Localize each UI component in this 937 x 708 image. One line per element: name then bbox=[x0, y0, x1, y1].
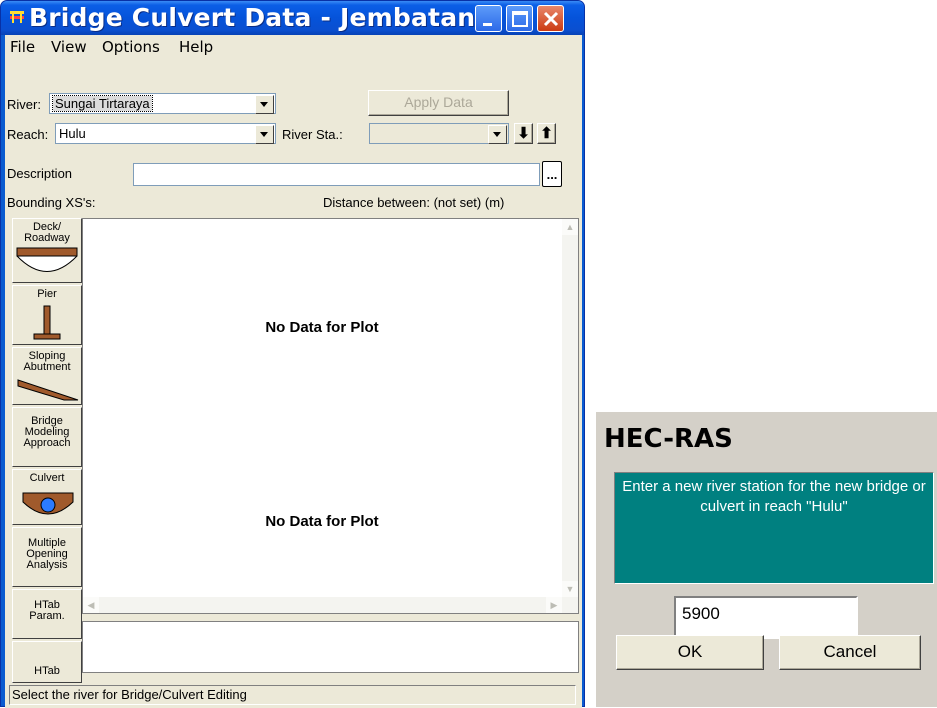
lower-info-box bbox=[82, 621, 579, 673]
multiple-opening-analysis-button[interactable]: Multiple Opening Analysis bbox=[12, 527, 82, 587]
description-ellipsis-button[interactable]: ... bbox=[542, 161, 562, 187]
maximize-icon bbox=[512, 11, 528, 27]
deck-icon bbox=[16, 247, 78, 272]
arrow-down-icon: ⬇ bbox=[517, 125, 530, 142]
bridge-culvert-window: Bridge Culvert Data - Jembatan File View… bbox=[0, 0, 585, 708]
sloping-abutment-button[interactable]: Sloping Abutment bbox=[12, 347, 82, 405]
scroll-right-icon[interactable]: ▶ bbox=[546, 597, 562, 613]
description-label: Description bbox=[7, 166, 73, 181]
minimize-button[interactable] bbox=[475, 5, 502, 32]
reach-combo[interactable]: Hulu bbox=[55, 123, 276, 144]
minimize-icon bbox=[483, 23, 492, 26]
deck-roadway-button[interactable]: Deck/ Roadway bbox=[12, 218, 82, 283]
next-station-down-button[interactable]: ⬇ bbox=[514, 123, 533, 144]
abutment-icon bbox=[17, 379, 79, 401]
menu-file[interactable]: File bbox=[10, 38, 35, 56]
pier-button[interactable]: Pier bbox=[12, 285, 82, 345]
htab-label: HTab bbox=[34, 665, 60, 677]
multiple-opening-analysis-label: Multiple Opening Analysis bbox=[26, 537, 68, 571]
reach-combo-value: Hulu bbox=[59, 126, 86, 141]
menu-options[interactable]: Options bbox=[102, 38, 160, 56]
river-label: River: bbox=[7, 97, 41, 112]
close-button[interactable] bbox=[537, 5, 564, 32]
ok-button[interactable]: OK bbox=[616, 635, 764, 670]
river-combo[interactable]: Sungai Tirtaraya bbox=[49, 93, 276, 114]
chevron-down-icon[interactable] bbox=[255, 125, 274, 144]
description-input[interactable] bbox=[133, 163, 540, 186]
htab-param-button[interactable]: HTab Param. bbox=[12, 589, 82, 639]
window-title: Bridge Culvert Data - Jembatan bbox=[29, 3, 476, 32]
htab-param-label: HTab Param. bbox=[29, 599, 65, 622]
deck-roadway-label: Deck/ Roadway bbox=[24, 221, 70, 244]
menu-view[interactable]: View bbox=[51, 38, 87, 56]
hecras-dialog: HEC-RAS Enter a new river station for th… bbox=[594, 410, 937, 707]
menu-help[interactable]: Help bbox=[179, 38, 213, 56]
maximize-button[interactable] bbox=[506, 5, 533, 32]
pier-label: Pier bbox=[37, 288, 57, 300]
bridge-modeling-approach-button[interactable]: Bridge Modeling Approach bbox=[12, 407, 82, 467]
scroll-up-icon[interactable]: ▲ bbox=[562, 219, 578, 235]
river-sta-combo[interactable] bbox=[369, 123, 509, 144]
status-bar: Select the river for Bridge/Culvert Edit… bbox=[9, 685, 576, 705]
plot-area[interactable]: No Data for Plot No Data for Plot ▲ ▼ ◀ … bbox=[82, 218, 579, 614]
culvert-icon bbox=[22, 492, 74, 515]
vertical-scrollbar[interactable]: ▲ ▼ bbox=[562, 219, 578, 613]
pier-icon bbox=[33, 305, 61, 340]
bounding-xs-label: Bounding XS's: bbox=[7, 195, 96, 210]
culvert-label: Culvert bbox=[29, 472, 65, 484]
close-icon bbox=[543, 11, 559, 27]
prev-station-up-button[interactable]: ⬆ bbox=[537, 123, 556, 144]
cancel-button[interactable]: Cancel bbox=[779, 635, 921, 670]
htab-button[interactable]: HTab bbox=[12, 641, 82, 683]
bridge-modeling-approach-label: Bridge Modeling Approach bbox=[23, 415, 71, 449]
horizontal-scrollbar[interactable]: ◀ ▶ bbox=[83, 597, 562, 613]
chevron-down-icon[interactable] bbox=[488, 125, 507, 144]
sloping-abutment-label: Sloping Abutment bbox=[23, 350, 71, 373]
plot-bottom-no-data: No Data for Plot bbox=[265, 513, 379, 530]
title-bar[interactable]: Bridge Culvert Data - Jembatan bbox=[1, 1, 584, 35]
distance-between-label: Distance between: (not set) (m) bbox=[323, 195, 505, 210]
chevron-down-icon[interactable] bbox=[255, 95, 274, 114]
plot-top-no-data: No Data for Plot bbox=[265, 319, 379, 336]
scroll-down-icon[interactable]: ▼ bbox=[562, 581, 578, 597]
hecras-app-icon[interactable] bbox=[10, 11, 24, 23]
dialog-message: Enter a new river station for the new br… bbox=[614, 472, 934, 584]
culvert-button[interactable]: Culvert bbox=[12, 469, 82, 525]
river-station-input[interactable]: 5900 bbox=[674, 596, 858, 639]
river-sta-label: River Sta.: bbox=[282, 127, 343, 142]
apply-data-button[interactable]: Apply Data bbox=[368, 90, 509, 116]
dialog-title: HEC-RAS bbox=[604, 424, 733, 454]
menu-bar: File View Options Help bbox=[5, 35, 582, 57]
window-client: File View Options Help River: Sungai Tir… bbox=[5, 35, 582, 708]
reach-label: Reach: bbox=[7, 127, 49, 142]
arrow-up-icon: ⬆ bbox=[540, 125, 553, 142]
river-combo-value: Sungai Tirtaraya bbox=[52, 95, 153, 112]
scroll-left-icon[interactable]: ◀ bbox=[83, 597, 99, 613]
